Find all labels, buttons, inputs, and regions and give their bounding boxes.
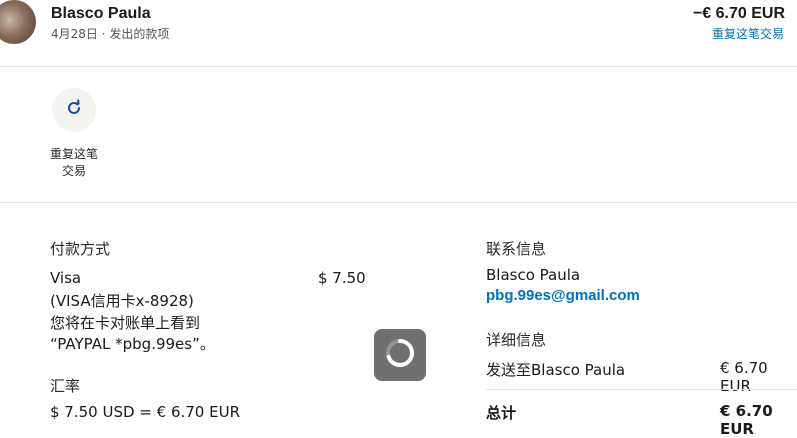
section-divider [0, 202, 797, 203]
details-title: 详细信息 [486, 331, 547, 349]
sent-to-label: 发送至Blasco Paula [486, 361, 626, 379]
refresh-icon [64, 98, 84, 123]
payee-name: Blasco Paula [51, 5, 151, 22]
repeat-label-line1: 重复这笔 [49, 147, 98, 161]
payment-method-title: 付款方式 [50, 240, 111, 258]
loading-spinner [374, 329, 426, 381]
payment-card: (VISA信用卡x-8928) [50, 292, 194, 310]
details-separator [486, 389, 797, 390]
transaction-amount: −€ 6.70 EUR [692, 5, 785, 22]
transaction-type: 发出的款项 [109, 27, 170, 41]
avatar [0, 0, 36, 44]
payment-amount: $ 7.50 [318, 269, 366, 287]
total-amount: € 6.70 EUR [720, 402, 773, 438]
statement-note-line2: “PAYPAL *pbg.99es”。 [50, 335, 215, 353]
payment-method-name: Visa [50, 269, 82, 287]
total-label: 总计 [486, 404, 517, 422]
subline-separator: · [101, 27, 106, 41]
exchange-rate-title: 汇率 [50, 377, 81, 395]
repeat-button-circle[interactable] [52, 88, 96, 132]
contact-info-title: 联系信息 [486, 240, 547, 258]
repeat-label-line2: 交易 [61, 164, 86, 178]
contact-email-link[interactable]: pbg.99es@gmail.com [486, 287, 640, 304]
repeat-transaction-button[interactable]: 重复这笔 交易 [34, 88, 114, 180]
transaction-date: 4月28日 [51, 27, 98, 41]
repeat-transaction-link[interactable]: 重复这笔交易 [712, 25, 784, 42]
spinner-icon [383, 336, 417, 375]
statement-note-line1: 您将在卡对账单上看到 [50, 314, 201, 332]
contact-name: Blasco Paula [486, 266, 581, 284]
transaction-subline: 4月28日 · 发出的款项 [51, 25, 169, 42]
transaction-header: Blasco Paula 4月28日 · 发出的款项 −€ 6.70 EUR 重… [0, 0, 797, 67]
exchange-rate-value: $ 7.50 USD = € 6.70 EUR [50, 403, 240, 421]
repeat-button-label: 重复这笔 交易 [34, 146, 114, 180]
